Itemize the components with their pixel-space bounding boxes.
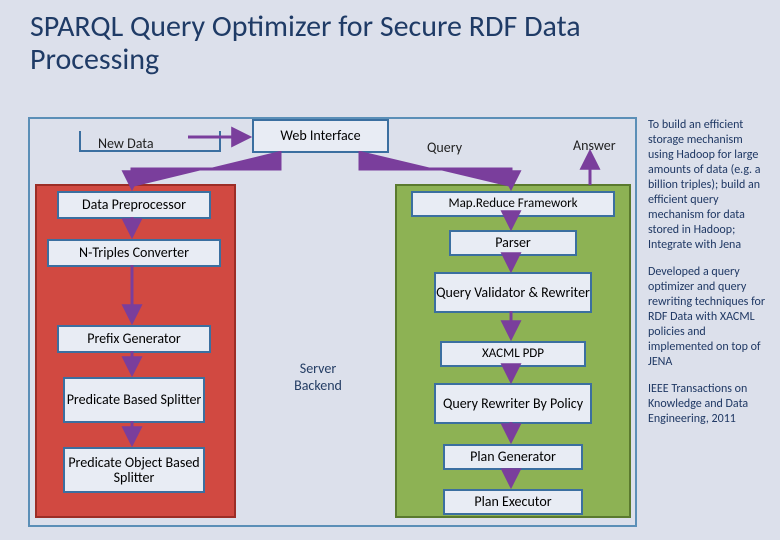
box-plan-generator: Plan Generator	[443, 444, 583, 470]
box-data-preprocessor: Data Preprocessor	[57, 191, 211, 219]
label-server-backend: Server Backend	[288, 360, 348, 394]
box-query-rewriter-by-policy: Query Rewriter By Policy	[434, 383, 592, 424]
box-web-interface: Web Interface	[252, 119, 389, 153]
box-n-triples-converter: N-Triples Converter	[47, 239, 221, 267]
architecture-diagram: New Data Web Interface Query Answer Data…	[28, 117, 637, 527]
box-mapreduce-framework: Map.Reduce Framework	[411, 191, 615, 217]
note-paragraph-3: IEEE Transactions on Knowledge and Data …	[648, 382, 766, 427]
box-query-validator-rewriter: Query Validator & Rewriter	[434, 272, 592, 313]
label-new-data: New Data	[98, 135, 154, 152]
box-prefix-generator: Prefix Generator	[57, 325, 211, 353]
label-query: Query	[427, 139, 462, 156]
page-title: SPARQL Query Optimizer for Secure RDF Da…	[30, 10, 640, 76]
slide: SPARQL Query Optimizer for Secure RDF Da…	[0, 0, 780, 540]
label-answer: Answer	[573, 137, 616, 154]
box-xacml-pdp: XACML PDP	[440, 341, 586, 367]
box-predicate-based-splitter: Predicate Based Splitter	[63, 377, 205, 423]
note-paragraph-1: To build an efficient storage mechanism …	[648, 118, 766, 253]
note-paragraph-2: Developed a query optimizer and query re…	[648, 265, 766, 370]
box-parser: Parser	[449, 230, 577, 256]
side-notes: To build an efficient storage mechanism …	[648, 118, 766, 439]
box-predicate-object-based-splitter: Predicate Object Based Splitter	[63, 447, 205, 493]
box-plan-executor: Plan Executor	[443, 489, 583, 515]
